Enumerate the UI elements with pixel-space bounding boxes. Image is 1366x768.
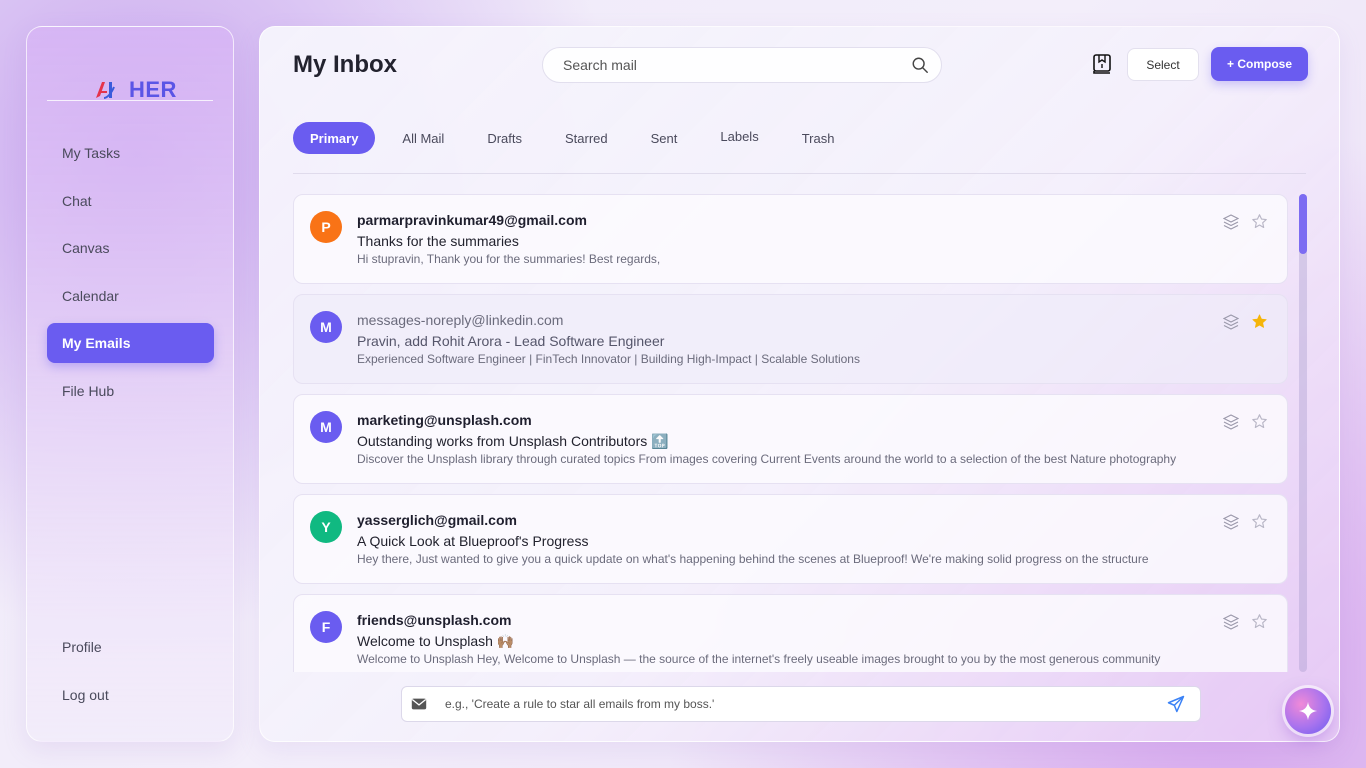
avatar: M (310, 311, 342, 343)
avatar: F (310, 611, 342, 643)
star-filled-icon[interactable] (1251, 313, 1268, 330)
search-bar[interactable] (542, 47, 942, 83)
email-subject: A Quick Look at Blueproof's Progress (357, 533, 589, 549)
avatar: Y (310, 511, 342, 543)
sidebar-item-calendar[interactable]: Calendar (47, 276, 214, 316)
sidebar: HER My Tasks Chat Canvas Calendar My Ema… (26, 26, 234, 742)
email-preview: Discover the Unsplash library through cu… (357, 452, 1177, 466)
star-icon[interactable] (1251, 613, 1268, 630)
layers-icon[interactable] (1223, 314, 1239, 330)
email-row[interactable]: M marketing@unsplash.com Outstanding wor… (293, 394, 1288, 484)
email-subject: Thanks for the summaries (357, 233, 519, 249)
tabs-divider (293, 173, 1306, 174)
email-sender: parmarpravinkumar49@gmail.com (357, 212, 587, 228)
email-preview: Experienced Software Engineer | FinTech … (357, 352, 860, 366)
avatar: P (310, 211, 342, 243)
email-row[interactable]: Y yasserglich@gmail.com A Quick Look at … (293, 494, 1288, 584)
sidebar-item-my-emails[interactable]: My Emails (47, 323, 214, 363)
rules-book-icon[interactable] (1091, 53, 1113, 75)
email-sender: marketing@unsplash.com (357, 412, 532, 428)
email-list-scrollbar[interactable] (1299, 194, 1307, 672)
email-subject: Welcome to Unsplash 🙌🏽 (357, 633, 515, 649)
layers-icon[interactable] (1223, 414, 1239, 430)
email-subject: Outstanding works from Unsplash Contribu… (357, 433, 669, 449)
avatar: M (310, 411, 342, 443)
sidebar-bottom-nav: Profile Log out (47, 627, 214, 723)
sidebar-item-file-hub[interactable]: File Hub (47, 371, 214, 411)
tab-primary[interactable]: Primary (293, 122, 376, 154)
tab-trash[interactable]: Trash (786, 122, 851, 154)
tab-labels[interactable]: Labels (704, 120, 774, 152)
email-sender: friends@unsplash.com (357, 612, 512, 628)
email-preview: Hey there, Just wanted to give you a qui… (357, 552, 1149, 566)
page-title: My Inbox (293, 51, 398, 78)
select-button[interactable]: Select (1127, 48, 1199, 81)
sidebar-nav: My Tasks Chat Canvas Calendar My Emails … (47, 133, 214, 418)
email-sender: messages-noreply@linkedin.com (357, 312, 564, 328)
mail-icon (411, 698, 427, 710)
ai-assistant-button[interactable] (1285, 688, 1331, 734)
email-preview: Hi stupravin, Thank you for the summarie… (357, 252, 661, 266)
sidebar-item-chat[interactable]: Chat (47, 181, 214, 221)
sidebar-item-logout[interactable]: Log out (47, 675, 214, 715)
email-list: P parmarpravinkumar49@gmail.com Thanks f… (293, 194, 1288, 672)
layers-icon[interactable] (1223, 214, 1239, 230)
tab-starred[interactable]: Starred (549, 122, 624, 154)
search-input[interactable] (563, 57, 911, 73)
send-icon[interactable] (1166, 694, 1186, 714)
compose-button[interactable]: + Compose (1211, 47, 1308, 81)
email-row[interactable]: P parmarpravinkumar49@gmail.com Thanks f… (293, 194, 1288, 284)
scrollbar-thumb[interactable] (1299, 194, 1307, 254)
email-row[interactable]: M messages-noreply@linkedin.com Pravin, … (293, 294, 1288, 384)
sidebar-item-profile[interactable]: Profile (47, 627, 214, 667)
star-icon[interactable] (1251, 413, 1268, 430)
sidebar-divider (47, 100, 213, 101)
layers-icon[interactable] (1223, 514, 1239, 530)
layers-icon[interactable] (1223, 614, 1239, 630)
brand-logo-icon (96, 82, 115, 99)
star-icon[interactable] (1251, 213, 1268, 230)
mail-tabs: Primary All Mail Drafts Starred Sent Lab… (293, 122, 861, 154)
tab-drafts[interactable]: Drafts (471, 122, 538, 154)
email-sender: yasserglich@gmail.com (357, 512, 517, 528)
ai-rule-bar (401, 686, 1201, 722)
email-preview: Welcome to Unsplash Hey, Welcome to Unsp… (357, 652, 1161, 666)
email-subject: Pravin, add Rohit Arora - Lead Software … (357, 333, 665, 349)
sidebar-item-my-tasks[interactable]: My Tasks (47, 133, 214, 173)
tab-all-mail[interactable]: All Mail (386, 122, 460, 154)
ai-rule-input[interactable] (445, 697, 1166, 711)
sparkle-icon (1298, 701, 1318, 721)
main-panel: My Inbox Select + Compose Primary All Ma… (259, 26, 1340, 742)
star-icon[interactable] (1251, 513, 1268, 530)
search-icon[interactable] (911, 56, 929, 74)
tab-sent[interactable]: Sent (635, 122, 694, 154)
sidebar-item-canvas[interactable]: Canvas (47, 228, 214, 268)
email-row[interactable]: F friends@unsplash.com Welcome to Unspla… (293, 594, 1288, 672)
